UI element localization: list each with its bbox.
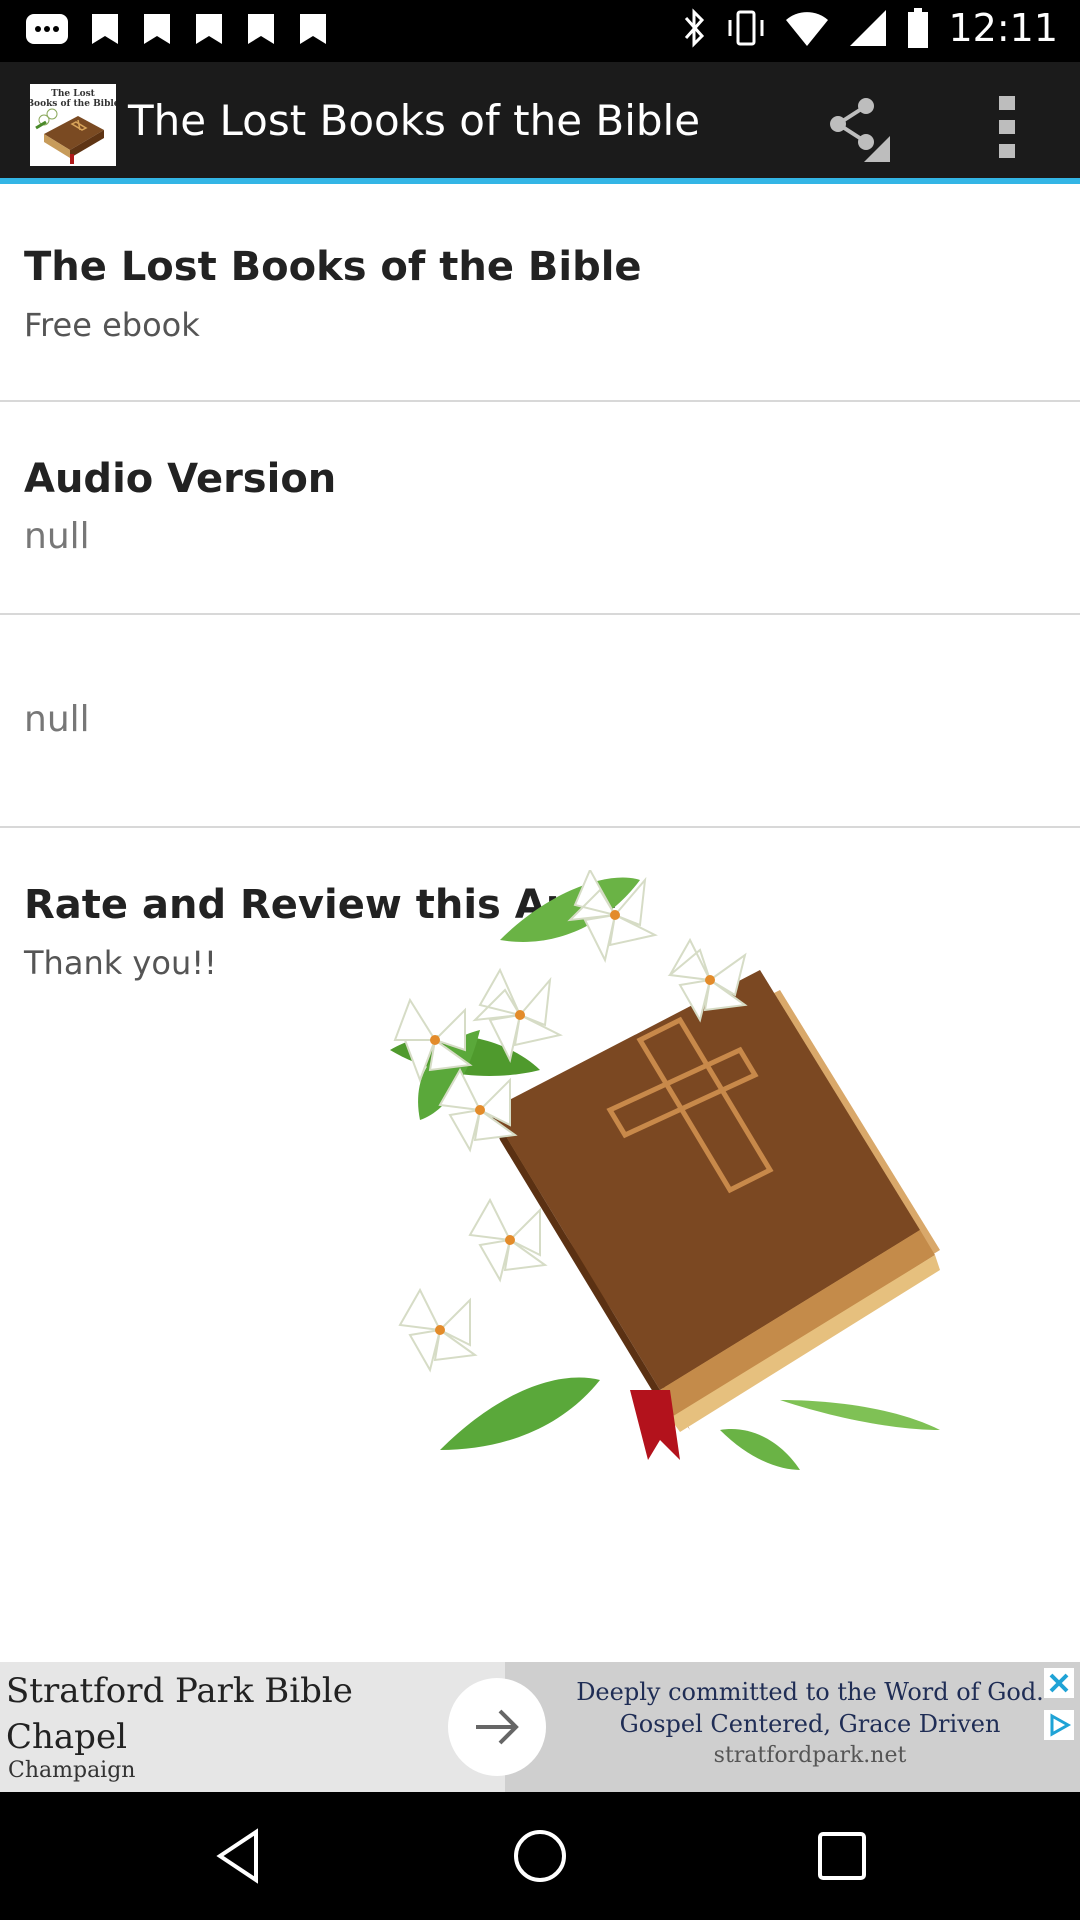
vibrate-icon [728, 10, 764, 46]
list-item-title: Audio Version [24, 456, 337, 502]
arrow-right-icon [476, 1709, 519, 1745]
list-item-ebook[interactable]: The Lost Books of the Bible Free ebook [0, 190, 1080, 402]
list-item-title: The Lost Books of the Bible [24, 244, 642, 290]
app-bar: The Lost Books of the Bible The Lost Boo… [0, 62, 1080, 184]
ad-description[interactable]: Deeply committed to the Word of God. Gos… [560, 1676, 1060, 1772]
status-time: 12:11 [948, 6, 1058, 50]
bible-lilies-illustration [390, 870, 940, 1470]
home-button[interactable] [508, 1824, 572, 1888]
share-icon [830, 98, 890, 162]
bluetooth-icon [685, 8, 705, 48]
svg-text:Books of the Bible: Books of the Bible [30, 99, 116, 109]
wifi-icon [786, 12, 829, 46]
notification-icon [144, 14, 170, 44]
home-icon [514, 1830, 566, 1882]
more-vert-icon [999, 96, 1015, 158]
status-bar: 12:11 [0, 0, 1080, 62]
close-icon [1049, 1673, 1069, 1693]
list-item-subtitle: null [24, 699, 90, 740]
overflow-menu-button[interactable] [982, 92, 1032, 162]
share-button[interactable] [820, 92, 890, 162]
status-system-icons: 12:11 [682, 6, 1058, 50]
adchoices-button[interactable] [1044, 1710, 1074, 1740]
ad-text-line: Deeply committed to the Word of God. [576, 1678, 1044, 1706]
notification-icon [248, 14, 274, 44]
battery-icon [908, 8, 929, 48]
back-button[interactable] [208, 1824, 272, 1888]
app-logo[interactable]: The Lost Books of the Bible [26, 84, 120, 166]
list-item-null[interactable]: null [0, 615, 1080, 828]
ad-left-panel[interactable]: Stratford Park Bible Chapel Champaign [0, 1662, 505, 1792]
app-title: The Lost Books of the Bible [128, 96, 701, 145]
navigation-bar [0, 1792, 1080, 1920]
notification-icon [196, 14, 222, 44]
book-logo-icon: The Lost Books of the Bible [26, 84, 120, 166]
ad-text-line: Gospel Centered, Grace Driven [619, 1710, 1001, 1738]
content-list: The Lost Books of the Bible Free ebook A… [0, 190, 1080, 982]
ad-url: stratfordpark.net [713, 1743, 907, 1768]
status-notifications [24, 10, 330, 50]
adchoices-icon [1050, 1713, 1072, 1737]
back-icon [216, 1828, 258, 1884]
notification-icon [300, 14, 326, 44]
svg-text:The Lost: The Lost [51, 89, 95, 99]
app-bar-accent [0, 178, 1080, 184]
ad-headline: Stratford Park Bible Chapel [6, 1671, 353, 1757]
notification-icon [92, 14, 118, 44]
list-item-subtitle: null [24, 516, 90, 557]
ad-banner[interactable]: Stratford Park Bible Chapel Champaign De… [0, 1662, 1080, 1792]
signal-icon [850, 10, 887, 46]
recent-apps-icon [818, 1832, 866, 1880]
message-icon [26, 14, 68, 44]
ad-location: Champaign [8, 1758, 136, 1783]
list-item-subtitle: Thank you!! [24, 944, 217, 982]
ad-close-button[interactable] [1044, 1668, 1074, 1698]
list-item-subtitle: Free ebook [24, 306, 200, 344]
list-item-audio-version[interactable]: Audio Version null [0, 402, 1080, 615]
ad-arrow-button[interactable] [448, 1678, 546, 1776]
recent-apps-button[interactable] [810, 1824, 874, 1888]
